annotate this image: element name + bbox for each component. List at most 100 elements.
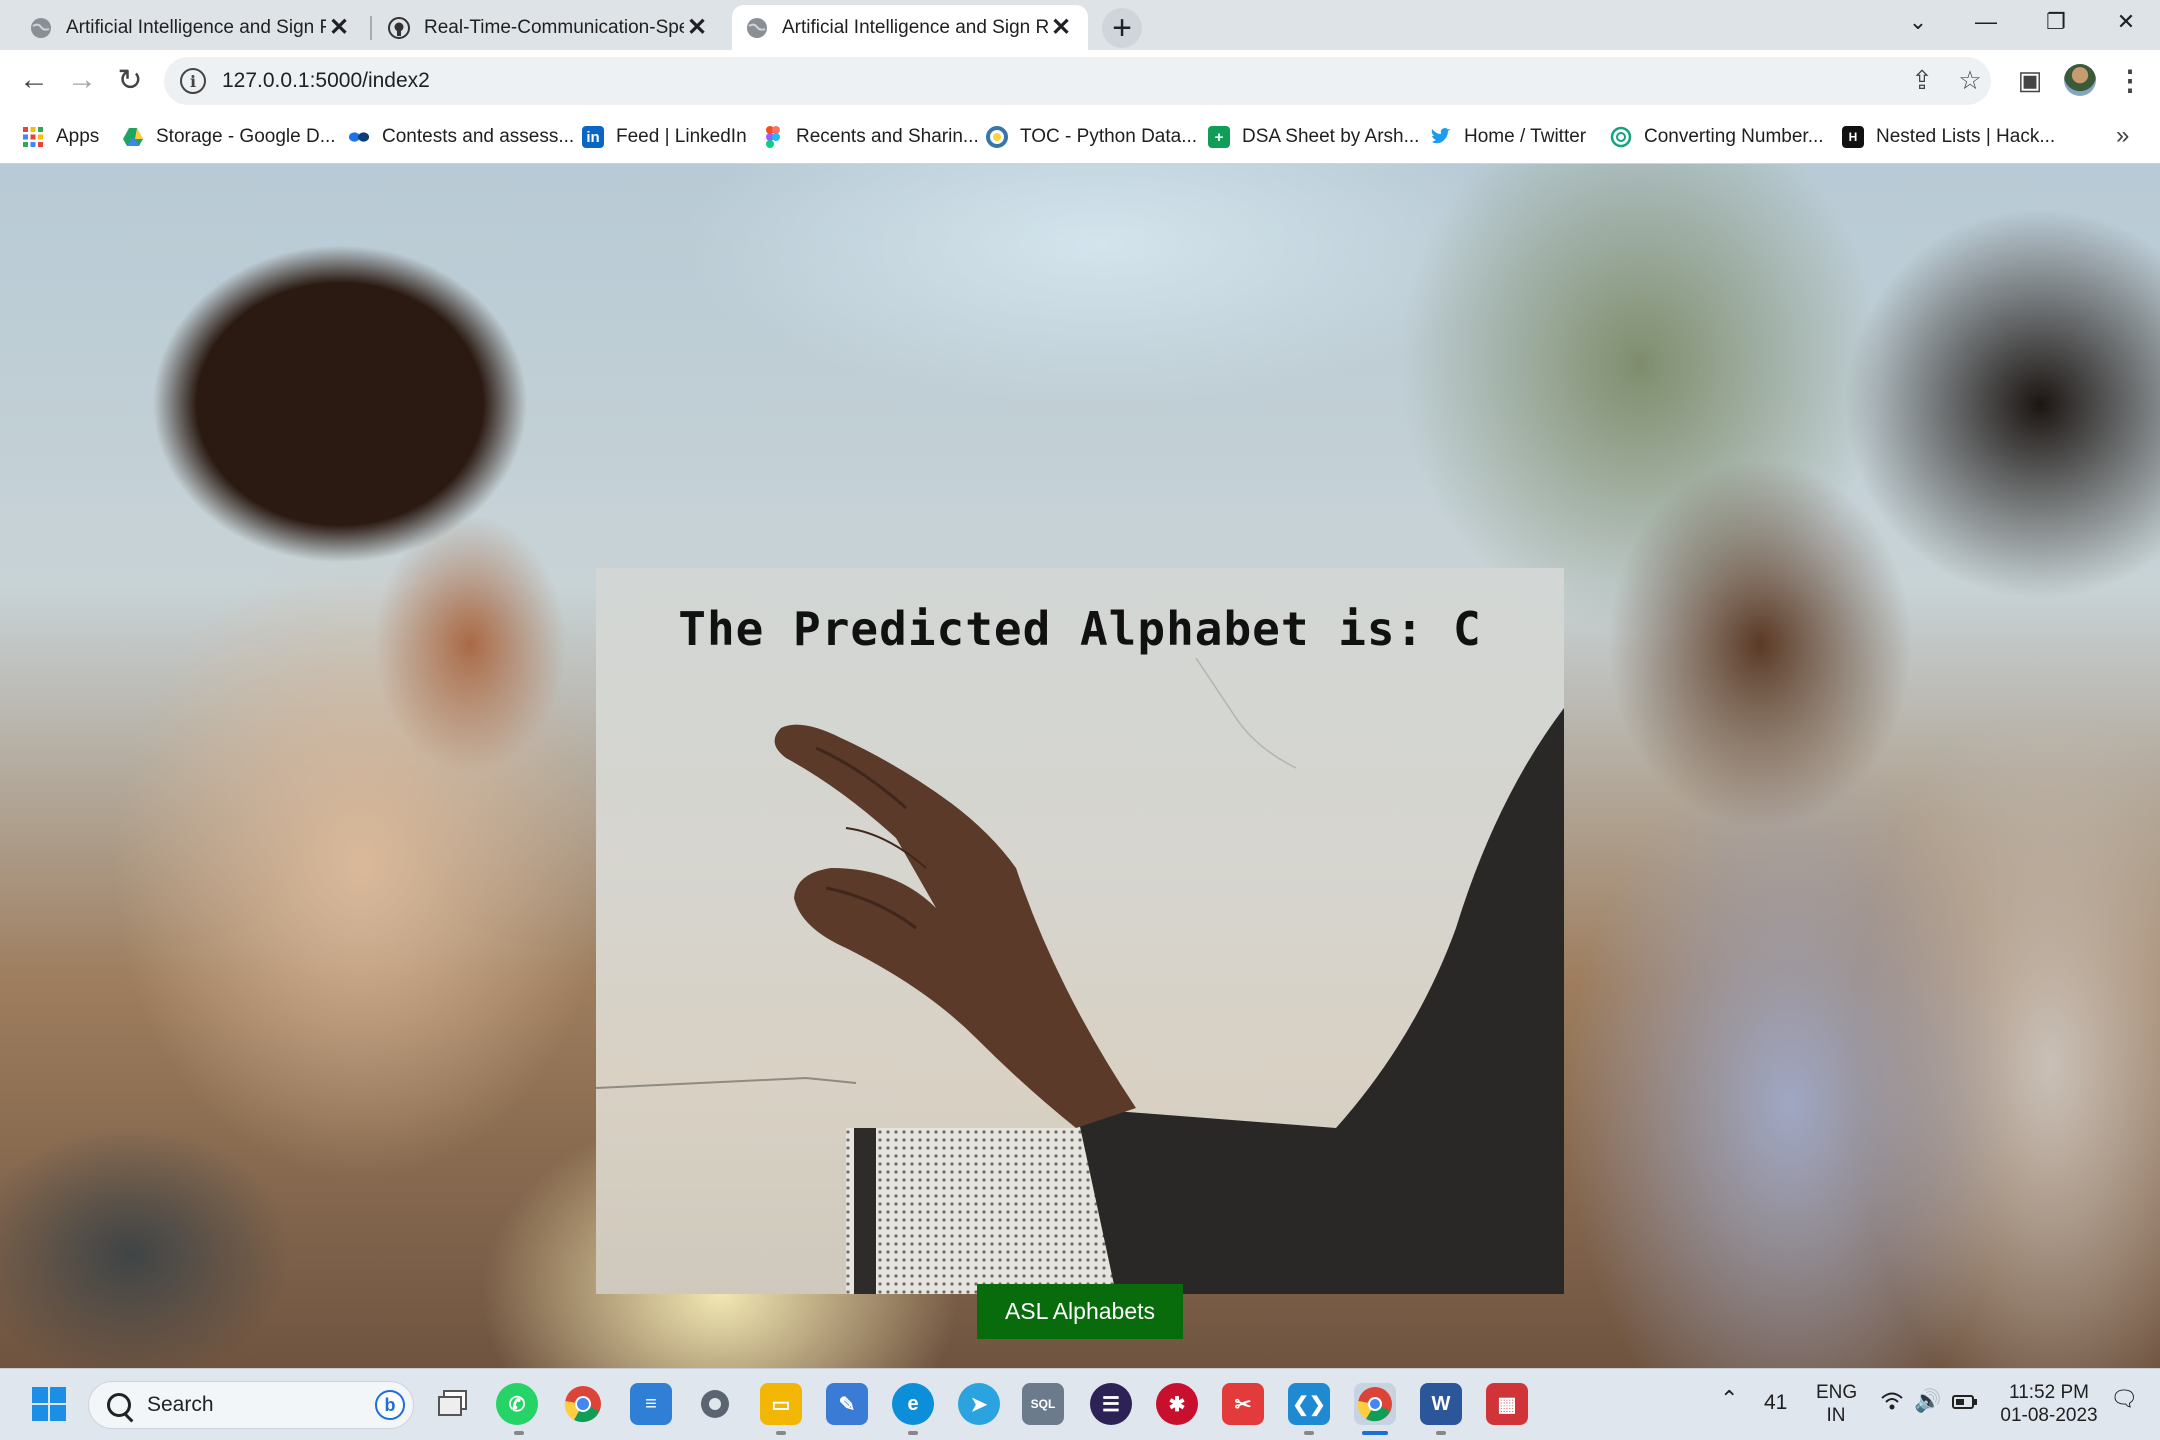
notification-icon[interactable]: 🗨 [2110,1387,2138,1410]
whatsapp-icon[interactable]: ✆ [496,1383,538,1425]
tab-github[interactable]: Real-Time-Communication-Speci ✕ [374,5,724,50]
tab-ai-sign-active[interactable]: Artificial Intelligence and Sign Re ✕ [732,5,1088,50]
chrome-icon[interactable] [562,1383,604,1425]
snipping-icon[interactable]: ✂ [1222,1383,1264,1425]
bookmark-star-icon[interactable]: ☆ [1948,58,1992,102]
bookmark-hackerrank[interactable]: H Nested Lists | Hack... [1842,122,2055,152]
notes-icon[interactable]: ✎ [826,1383,868,1425]
figma-icon [762,126,784,148]
bookmark-python[interactable]: TOC - Python Data... [986,122,1197,152]
close-icon[interactable]: ✕ [1048,14,1074,41]
bookmark-apps[interactable]: Apps [22,122,99,152]
linkedin-icon: in [582,126,604,148]
forward-icon[interactable]: → [60,58,104,102]
page-background: The Predicted Alphabet is: C ASL Alphabe… [0,164,2160,1368]
bookmark-dsa-sheet[interactable]: + DSA Sheet by Arsh... [1208,122,1419,152]
bookmark-google-drive[interactable]: Storage - Google D... [122,122,336,152]
contests-icon [348,126,370,148]
wifi-icon[interactable] [1880,1391,1904,1417]
tab-strip: Artificial Intelligence and Sign Re ✕ Re… [0,0,2160,50]
active-indicator [1362,1431,1388,1435]
clock-time: 11:52 PM [2009,1382,2089,1403]
bookmark-label: Apps [56,126,100,147]
profile-avatar[interactable] [2064,64,2096,96]
tab-ai-sign-1[interactable]: Artificial Intelligence and Sign Re ✕ [16,5,366,50]
notepad-icon[interactable]: ≡ [630,1383,672,1425]
close-icon[interactable]: ✕ [684,14,710,41]
browser-toolbar: ← → ↻ i 127.0.0.1:5000/index2 ⇪ ☆ ▣ ⋮ [0,50,2160,110]
site-info-icon[interactable]: i [180,68,206,94]
share-icon[interactable]: ⇪ [1900,58,1944,102]
tab-title: Artificial Intelligence and Sign Re [66,16,326,38]
search-placeholder: Search [147,1393,214,1416]
bookmark-label: Recents and Sharin... [796,126,979,147]
webcam-scene [596,657,1564,1294]
paint-icon[interactable]: ▦ [1486,1383,1528,1425]
tray-overflow-icon[interactable]: ⌃ [1720,1387,1738,1410]
eclipse-icon[interactable]: ☰ [1090,1383,1132,1425]
bing-icon[interactable]: b [375,1390,405,1420]
chatgpt-icon [1610,126,1632,148]
reload-icon[interactable]: ↻ [108,58,152,102]
taskbar-search[interactable]: Search b [88,1381,414,1429]
bookmark-chatgpt[interactable]: Converting Number... [1610,122,1824,152]
telegram-icon[interactable]: ➤ [958,1383,1000,1425]
running-indicator [1304,1431,1314,1435]
running-indicator [514,1431,524,1435]
window-close-icon[interactable]: ✕ [2092,0,2160,44]
clock[interactable]: 11:52 PM 01-08-2023 [1992,1381,2106,1427]
tab-separator [370,16,372,40]
close-icon[interactable]: ✕ [326,14,352,41]
asl-alphabets-button[interactable]: ASL Alphabets [977,1284,1183,1339]
running-indicator [908,1431,918,1435]
tab-search-icon[interactable]: ⌄ [1884,0,1952,44]
globe-icon [746,17,768,39]
mysql-workbench-icon[interactable]: ✱ [1156,1383,1198,1425]
sql-developer-icon[interactable]: SQL [1022,1383,1064,1425]
tab-title: Real-Time-Communication-Speci [424,16,684,38]
back-icon[interactable]: ← [12,58,56,102]
battery-icon[interactable] [1952,1393,1978,1416]
running-indicator [1436,1431,1446,1435]
weather-temperature[interactable]: 41 [1764,1391,1787,1414]
prediction-text: The Predicted Alphabet is: C [678,602,1482,656]
bookmark-linkedin[interactable]: in Feed | LinkedIn [582,122,747,152]
settings-icon[interactable] [694,1383,736,1425]
webcam-feed: The Predicted Alphabet is: C [596,568,1564,1294]
address-bar[interactable]: i 127.0.0.1:5000/index2 [164,57,1991,105]
word-icon[interactable]: W [1420,1383,1462,1425]
edge-icon[interactable]: e [892,1383,934,1425]
bookmark-label: Contests and assess... [382,126,575,147]
apps-grid-icon [22,126,44,148]
bookmark-figma[interactable]: Recents and Sharin... [762,122,979,152]
language-line2: IN [1826,1405,1846,1426]
vscode-icon[interactable]: ❮❯ [1288,1383,1330,1425]
language-indicator[interactable]: ENG IN [1816,1381,1858,1427]
bookmark-label: Feed | LinkedIn [616,126,747,147]
bookmark-label: Storage - Google D... [156,126,336,147]
bookmarks-overflow-icon[interactable]: » [2116,122,2129,150]
new-tab-button[interactable]: + [1102,8,1142,48]
side-panel-icon[interactable]: ▣ [2008,58,2052,102]
restore-icon[interactable]: ❐ [2022,0,2090,44]
bookmark-twitter[interactable]: Home / Twitter [1430,122,1586,152]
bookmark-label: Home / Twitter [1464,126,1587,147]
clock-date: 01-08-2023 [2000,1405,2098,1426]
menu-kebab-icon[interactable]: ⋮ [2112,58,2148,102]
google-drive-icon [122,126,144,148]
task-view-icon[interactable] [432,1383,474,1425]
chrome-active-icon[interactable] [1354,1383,1396,1425]
bookmark-contests[interactable]: Contests and assess... [348,122,574,152]
windows-taskbar: Search b ✆ ≡ ▭ ✎ e ➤ SQL ☰ ✱ ✂ ❮❯ W ▦ ⌃ … [0,1368,2160,1440]
url-text[interactable]: 127.0.0.1:5000/index2 [222,69,430,93]
minimize-icon[interactable]: — [1952,0,2020,44]
language-line1: ENG [1816,1382,1858,1403]
hackerrank-icon: H [1842,126,1864,148]
search-icon [107,1393,131,1417]
volume-icon[interactable]: 🔊 [1914,1389,1941,1412]
file-explorer-icon[interactable]: ▭ [760,1383,802,1425]
tab-title: Artificial Intelligence and Sign Re [782,16,1048,38]
windows-start-icon[interactable] [28,1383,70,1425]
bookmark-label: DSA Sheet by Arsh... [1242,126,1420,147]
twitter-icon [1430,126,1452,148]
